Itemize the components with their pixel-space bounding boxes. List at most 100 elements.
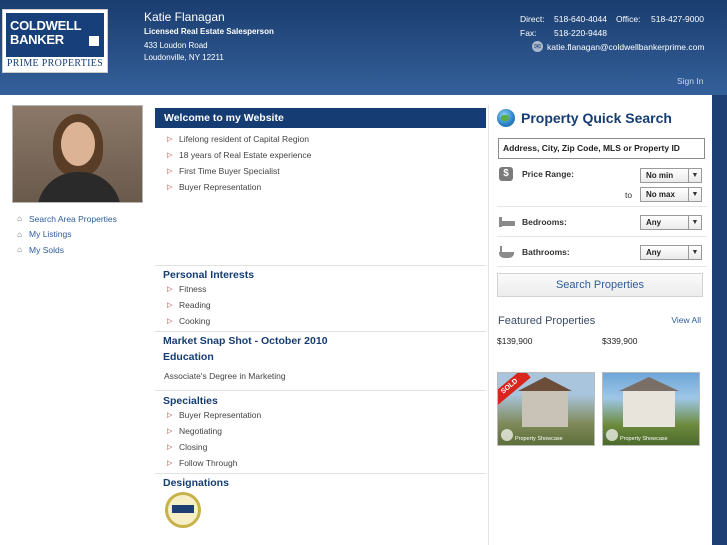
nav-label: My Listings bbox=[29, 229, 72, 240]
arrow-right-icon: ▷ bbox=[167, 286, 173, 293]
agent-address-line2: Loudonville, NY 12211 bbox=[144, 53, 224, 62]
globe-icon bbox=[497, 109, 515, 127]
right-page-edge bbox=[712, 95, 727, 545]
logo-text-line1: COLDWELL bbox=[10, 18, 82, 33]
bathrooms-select[interactable]: Any ▼ bbox=[640, 245, 702, 260]
specialties-list: ▷ Buyer Representation ▷ Negotiating ▷ Clos… bbox=[155, 407, 486, 471]
agent-title: Licensed Real Estate Salesperson bbox=[144, 27, 274, 36]
nav-label: My Solds bbox=[29, 244, 64, 255]
house-image bbox=[619, 377, 679, 427]
office-phone: 518-427-9000 bbox=[651, 14, 704, 24]
arrow-right-icon: ▷ bbox=[167, 412, 173, 419]
office-phone-label: Office: bbox=[616, 14, 641, 24]
interests-list: ▷ Fitness ▷ Reading ▷ Cooking bbox=[155, 281, 486, 329]
list-item: ▷ Buyer Representation bbox=[167, 410, 262, 420]
bathrooms-row: Bathrooms: Any ▼ bbox=[497, 237, 707, 267]
dollar-icon: $ bbox=[499, 167, 513, 181]
showcase-label: Property Showcase bbox=[620, 436, 668, 442]
price-range-row: $ Price Range: No min ▼ No max ▼ to bbox=[497, 159, 707, 207]
designation-badge-icon bbox=[165, 492, 201, 528]
list-item: ▷ Follow Through bbox=[167, 458, 238, 468]
bed-icon bbox=[499, 215, 515, 229]
logo-square-icon bbox=[89, 36, 99, 46]
logo-office-name: PRIME PROPERTIES bbox=[6, 58, 104, 69]
list-item: ▷ First Time Buyer Specialist bbox=[167, 166, 280, 176]
price-to-label: to bbox=[625, 190, 633, 200]
play-icon bbox=[501, 429, 513, 441]
logo-mark-area: COLDWELL BANKER bbox=[6, 13, 104, 57]
featured-listing-thumbnail[interactable]: Property Showcase bbox=[602, 372, 700, 446]
list-item: ▷ Cooking bbox=[167, 316, 211, 326]
list-item: ▷ Buyer Representation bbox=[167, 182, 262, 192]
play-icon bbox=[606, 429, 618, 441]
price-max-select[interactable]: No max ▼ bbox=[640, 187, 702, 202]
mail-icon: ✉ bbox=[532, 41, 543, 52]
list-item: ▷ Closing bbox=[167, 442, 208, 452]
designations-heading: Designations bbox=[163, 477, 229, 489]
brand-logo[interactable]: COLDWELL BANKER PRIME PROPERTIES bbox=[2, 9, 108, 73]
profile-column: Welcome to my Website ▷ Lifelong resident… bbox=[155, 108, 486, 528]
arrow-right-icon: ▷ bbox=[167, 152, 173, 159]
listing-price: $139,900 bbox=[497, 336, 533, 346]
view-all-link[interactable]: View All bbox=[671, 315, 701, 325]
personal-interests-heading: Personal Interests bbox=[163, 269, 255, 281]
main-content: ⌂ Search Area Properties ⌂ My Listings ⌂… bbox=[0, 95, 712, 545]
arrow-right-icon: ▷ bbox=[167, 136, 173, 143]
chevron-down-icon: ▼ bbox=[688, 169, 701, 182]
list-item: ▷ 18 years of Real Estate experience bbox=[167, 150, 312, 160]
email-link[interactable]: ✉ katie.flanagan@coldwellbankerprime.com bbox=[532, 41, 704, 52]
nav-my-listings[interactable]: ⌂ My Listings bbox=[14, 227, 117, 243]
nav-search-area-properties[interactable]: ⌂ Search Area Properties bbox=[14, 211, 117, 227]
listing-price: $339,900 bbox=[602, 336, 638, 346]
search-properties-button[interactable]: Search Properties bbox=[497, 273, 703, 297]
sold-icon: ⌂ bbox=[17, 245, 22, 255]
bathrooms-label: Bathrooms: bbox=[522, 247, 570, 257]
nav-my-solds[interactable]: ⌂ My Solds bbox=[14, 242, 117, 258]
listings-icon: ⌂ bbox=[17, 229, 22, 239]
arrow-right-icon: ▷ bbox=[167, 444, 173, 451]
quick-search-panel: Property Quick Search Address, City, Zip… bbox=[497, 105, 707, 350]
education-heading: Education bbox=[163, 351, 214, 363]
bathtub-icon bbox=[499, 245, 514, 259]
featured-prices: $139,900 $339,900 bbox=[497, 336, 707, 350]
arrow-right-icon: ▷ bbox=[167, 168, 173, 175]
property-search-input[interactable]: Address, City, Zip Code, MLS or Property… bbox=[498, 138, 705, 159]
agent-photo bbox=[12, 105, 143, 203]
fax-number: 518-220-9448 bbox=[554, 28, 607, 38]
featured-listing-thumbnail[interactable]: SOLD Property Showcase bbox=[497, 372, 595, 446]
logo-text-line2: BANKER bbox=[10, 32, 64, 47]
direct-phone-label: Direct: bbox=[520, 14, 545, 24]
arrow-right-icon: ▷ bbox=[167, 460, 173, 467]
house-image bbox=[518, 377, 572, 427]
welcome-heading: Welcome to my Website bbox=[155, 108, 486, 128]
price-range-label: Price Range: bbox=[522, 169, 574, 179]
specialties-heading: Specialties bbox=[163, 395, 218, 407]
chevron-down-icon: ▼ bbox=[688, 188, 701, 201]
price-min-select[interactable]: No min ▼ bbox=[640, 168, 702, 183]
chevron-down-icon: ▼ bbox=[688, 216, 701, 229]
quick-search-title: Property Quick Search bbox=[521, 110, 672, 126]
site-header: COLDWELL BANKER PRIME PROPERTIES Katie F… bbox=[0, 0, 727, 95]
welcome-list: ▷ Lifelong resident of Capital Region ▷ 18… bbox=[155, 131, 486, 195]
featured-properties-header: Featured Properties View All bbox=[497, 315, 707, 331]
search-filters: $ Price Range: No min ▼ No max ▼ to Bedr… bbox=[497, 159, 707, 267]
sign-in-link[interactable]: Sign In bbox=[677, 76, 703, 86]
featured-properties-title: Featured Properties bbox=[498, 315, 596, 327]
market-snapshot-link[interactable]: Market Snap Shot - October 2010 bbox=[155, 335, 486, 347]
education-text: Associate's Degree in Marketing bbox=[164, 371, 286, 381]
arrow-right-icon: ▷ bbox=[167, 184, 173, 191]
list-item: ▷ Fitness bbox=[167, 284, 207, 294]
left-navigation: ⌂ Search Area Properties ⌂ My Listings ⌂… bbox=[14, 211, 117, 258]
nav-label: Search Area Properties bbox=[29, 213, 117, 224]
email-address: katie.flanagan@coldwellbankerprime.com bbox=[547, 41, 705, 52]
bedrooms-select[interactable]: Any ▼ bbox=[640, 215, 702, 230]
house-search-icon: ⌂ bbox=[17, 214, 22, 224]
list-item: ▷ Lifelong resident of Capital Region bbox=[167, 134, 309, 144]
direct-phone: 518-640-4044 bbox=[554, 14, 607, 24]
fax-label: Fax: bbox=[520, 28, 537, 38]
arrow-right-icon: ▷ bbox=[167, 318, 173, 325]
list-item: ▷ Negotiating bbox=[167, 426, 223, 436]
quick-search-header: Property Quick Search bbox=[497, 105, 707, 131]
list-item: ▷ Reading bbox=[167, 300, 211, 310]
chevron-down-icon: ▼ bbox=[688, 246, 701, 259]
